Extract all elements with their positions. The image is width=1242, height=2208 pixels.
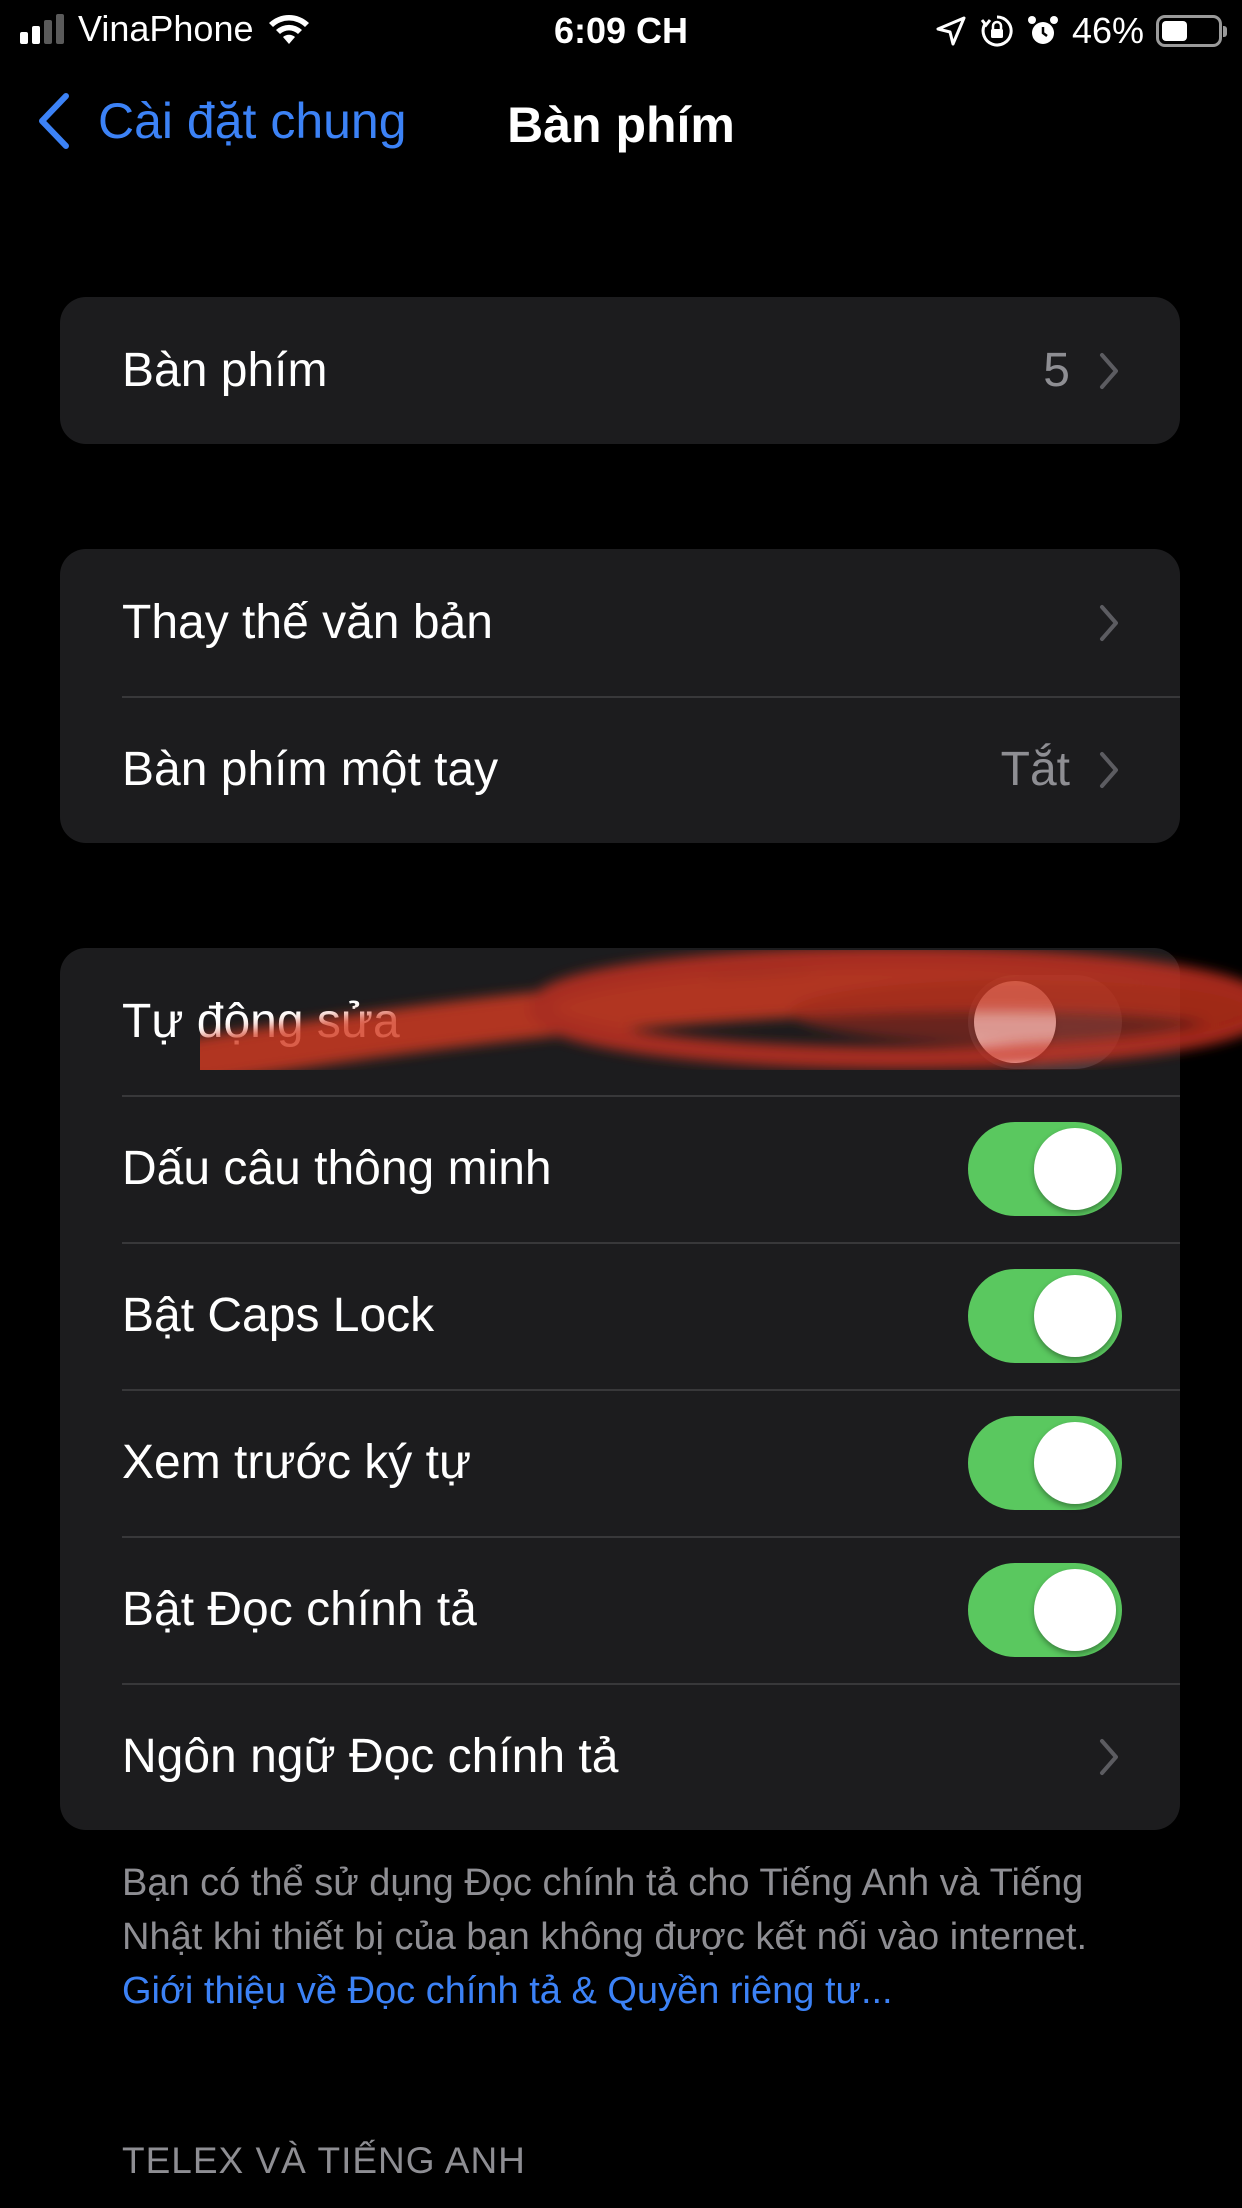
row-dictation-languages[interactable]: Ngôn ngữ Đọc chính tả — [60, 1683, 1180, 1830]
auto-correction-toggle[interactable] — [968, 974, 1122, 1069]
location-icon — [936, 16, 966, 46]
row-value: Tắt — [1000, 743, 1070, 796]
chevron-right-icon — [1100, 352, 1118, 389]
battery-icon — [1156, 15, 1227, 47]
privacy-link[interactable]: Giới thiệu về Đọc chính tả & Quyền riêng… — [122, 1970, 893, 2012]
row-auto-correction: Tự động sửa — [60, 948, 1180, 1095]
row-label: Thay thế văn bản — [122, 596, 493, 649]
row-value: 5 — [1043, 344, 1070, 397]
row-enable-dictation: Bật Đọc chính tả — [60, 1536, 1180, 1683]
row-label: Xem trước ký tự — [122, 1436, 472, 1489]
row-label: Bật Caps Lock — [122, 1289, 435, 1342]
settings-group-text: Thay thế văn bản Bàn phím một tay Tắt — [60, 549, 1180, 843]
row-character-preview: Xem trước ký tự — [60, 1389, 1180, 1536]
row-one-handed-keyboard[interactable]: Bàn phím một tay Tắt — [60, 696, 1180, 843]
character-preview-toggle[interactable] — [968, 1415, 1122, 1510]
toggle-knob — [1034, 1274, 1116, 1357]
chevron-right-icon — [1100, 1738, 1118, 1775]
battery-fill — [1162, 21, 1187, 41]
row-label: Bàn phím — [122, 344, 328, 397]
row-text-replacement[interactable]: Thay thế văn bản — [60, 549, 1180, 696]
row-label: Bật Đọc chính tả — [122, 1583, 477, 1636]
status-right: 46% — [934, 10, 1227, 52]
row-label: Dấu câu thông minh — [122, 1142, 552, 1195]
chevron-right-icon — [1100, 751, 1118, 788]
caps-lock-toggle[interactable] — [968, 1268, 1122, 1363]
section-header-telex: TELEX VÀ TIẾNG ANH — [122, 2140, 526, 2181]
settings-group-toggles: Tự động sửa Dấu câu thông minh Bật Caps … — [60, 948, 1180, 1830]
row-label: Ngôn ngữ Đọc chính tả — [122, 1730, 619, 1783]
row-label: Tự động sửa — [122, 995, 400, 1048]
toggle-knob — [1034, 1568, 1116, 1651]
enable-dictation-toggle[interactable] — [968, 1562, 1122, 1657]
toggle-knob — [974, 980, 1056, 1063]
row-caps-lock: Bật Caps Lock — [60, 1242, 1180, 1389]
alarm-icon — [1027, 16, 1058, 44]
orientation-lock-icon — [980, 15, 1013, 47]
page-title: Bàn phím — [507, 97, 735, 153]
toggle-knob — [1034, 1127, 1116, 1210]
chevron-right-icon — [1100, 604, 1118, 641]
footnote-text: Bạn có thể sử dụng Đọc chính tả cho Tiến… — [122, 1862, 1088, 1958]
row-label: Bàn phím một tay — [122, 743, 499, 796]
row-smart-punctuation: Dấu câu thông minh — [60, 1095, 1180, 1242]
dictation-footnote: Bạn có thể sử dụng Đọc chính tả cho Tiến… — [122, 1856, 1142, 2018]
status-bar: VinaPhone 6:09 CH 46% — [0, 0, 1242, 62]
battery-percent: 46% — [1071, 10, 1144, 51]
smart-punctuation-toggle[interactable] — [968, 1121, 1122, 1216]
settings-group-keyboards: Bàn phím 5 — [60, 297, 1180, 444]
row-keyboards[interactable]: Bàn phím 5 — [60, 297, 1180, 444]
toggle-knob — [1034, 1421, 1116, 1504]
